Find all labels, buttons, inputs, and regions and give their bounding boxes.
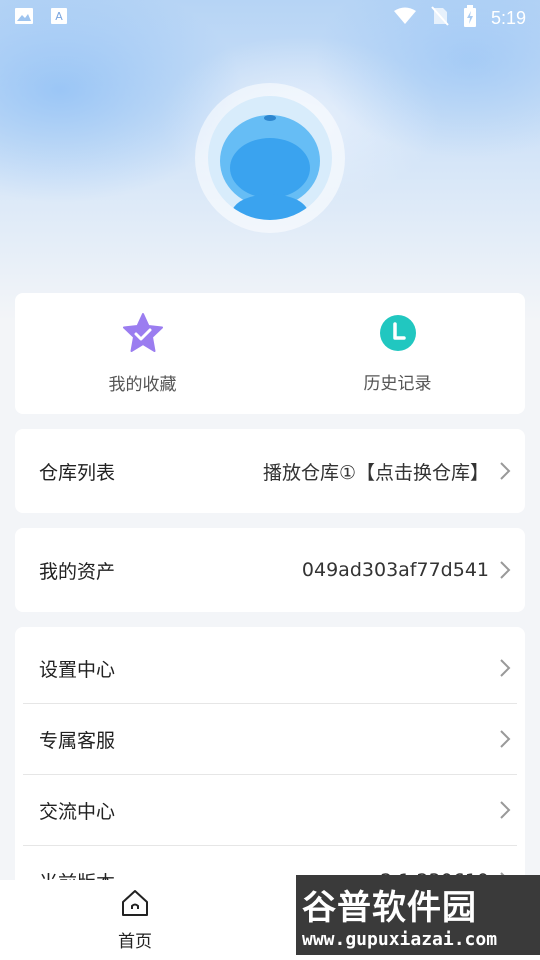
community-center-label: 交流中心 bbox=[39, 800, 116, 823]
warehouse-list-label: 仓库列表 bbox=[39, 461, 116, 484]
avatar[interactable] bbox=[195, 83, 345, 233]
customer-service-row[interactable]: 专属客服 bbox=[15, 704, 525, 774]
customer-service-label: 专属客服 bbox=[39, 729, 116, 752]
watermark-url: www.gupuxiazai.com bbox=[302, 929, 498, 950]
chevron-right-icon bbox=[500, 462, 511, 480]
history-button[interactable]: 历史记录 bbox=[270, 293, 525, 414]
tab-home[interactable]: 首页 bbox=[0, 880, 270, 960]
my-assets-label: 我的资产 bbox=[39, 560, 116, 583]
clock-icon bbox=[378, 313, 418, 357]
community-center-row[interactable]: 交流中心 bbox=[15, 775, 525, 845]
tab-home-label: 首页 bbox=[118, 931, 152, 952]
settings-center-label: 设置中心 bbox=[39, 658, 116, 681]
watermark-title: 谷普软件园 bbox=[302, 888, 477, 928]
chevron-right-icon bbox=[500, 801, 511, 819]
my-assets-value: 049ad303af77d541 bbox=[301, 559, 489, 581]
chevron-right-icon bbox=[500, 730, 511, 748]
no-sim-icon bbox=[431, 6, 449, 30]
wifi-icon bbox=[393, 7, 417, 29]
font-notification-icon: A bbox=[50, 7, 68, 29]
battery-charging-icon bbox=[463, 5, 477, 31]
assets-card: 我的资产 049ad303af77d541 bbox=[15, 528, 525, 612]
gallery-notification-icon bbox=[14, 7, 34, 29]
status-bar: A 5:19 bbox=[0, 0, 540, 36]
avatar-image bbox=[208, 96, 332, 220]
settings-center-row[interactable]: 设置中心 bbox=[15, 627, 525, 703]
chevron-right-icon bbox=[500, 659, 511, 677]
warehouse-current-value: 播放仓库①【点击换仓库】 bbox=[262, 461, 489, 484]
chevron-right-icon bbox=[500, 561, 511, 579]
warehouse-card: 仓库列表 播放仓库①【点击换仓库】 bbox=[15, 429, 525, 513]
star-check-icon bbox=[121, 312, 165, 358]
history-label: 历史记录 bbox=[363, 374, 432, 394]
my-assets-row[interactable]: 我的资产 049ad303af77d541 bbox=[15, 528, 525, 612]
favorites-label: 我的收藏 bbox=[108, 375, 177, 395]
clock-time: 5:19 bbox=[490, 7, 526, 28]
favorites-button[interactable]: 我的收藏 bbox=[15, 293, 270, 414]
quick-actions-card: 我的收藏 历史记录 bbox=[15, 293, 525, 414]
warehouse-list-row[interactable]: 仓库列表 播放仓库①【点击换仓库】 bbox=[15, 429, 525, 513]
home-icon bbox=[120, 889, 150, 921]
site-watermark: 谷普软件园 www.gupuxiazai.com bbox=[296, 875, 540, 955]
svg-text:A: A bbox=[55, 10, 63, 23]
